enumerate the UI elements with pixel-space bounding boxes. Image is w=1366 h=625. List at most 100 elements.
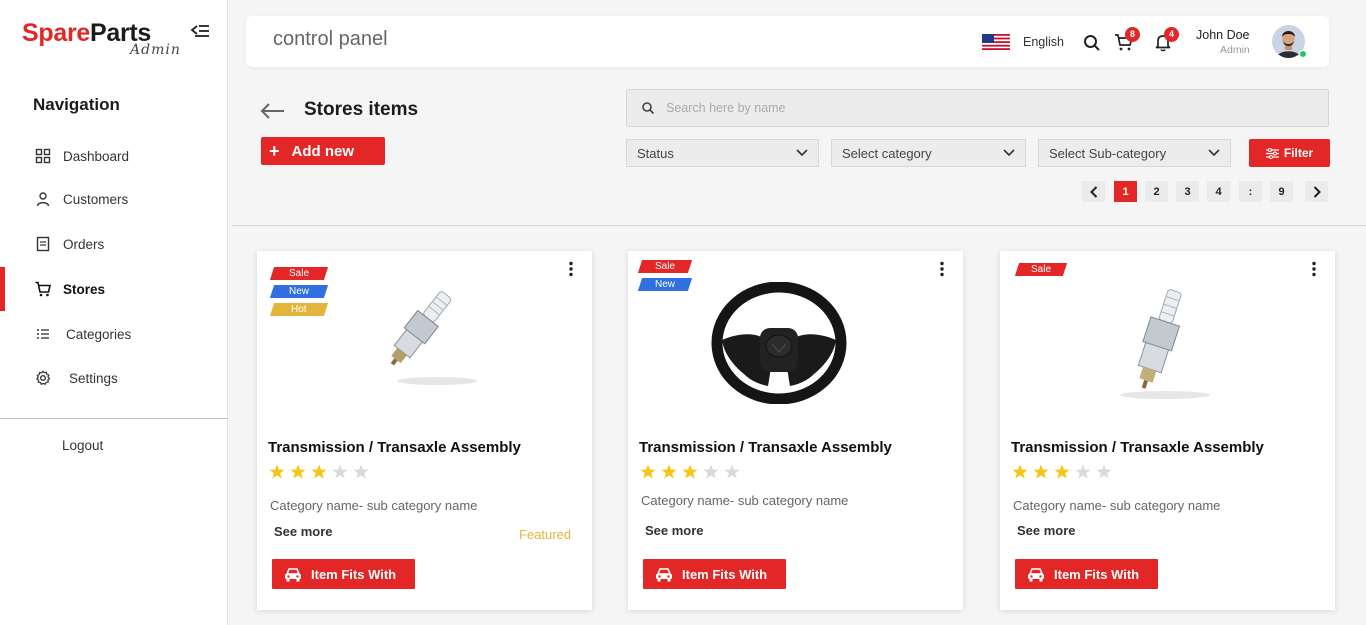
menu-collapse-icon[interactable] (190, 24, 210, 40)
filter-label: Filter (1283, 146, 1314, 160)
plus-icon: + (269, 140, 280, 161)
sidebar-item-orders[interactable]: Orders (0, 226, 228, 262)
category-select-value: Select category (842, 145, 932, 161)
tag-label: Sale (1030, 264, 1051, 275)
sidebar-divider (0, 418, 228, 419)
rating-stars (269, 464, 369, 479)
sale-tag: Sale (637, 260, 693, 273)
us-flag-icon[interactable] (982, 34, 1010, 50)
sidebar-item-customers[interactable]: Customers (0, 181, 228, 217)
item-fits-with-button[interactable]: Item Fits With (643, 559, 786, 589)
category-select[interactable]: Select category (831, 139, 1026, 167)
star-empty-icon (353, 464, 369, 479)
filter-button[interactable]: Filter (1249, 139, 1330, 167)
sidebar-item-dashboard[interactable]: Dashboard (0, 138, 228, 174)
spark-plug-image (1120, 289, 1210, 399)
star-empty-icon (332, 464, 348, 479)
see-more-link[interactable]: See more (645, 523, 704, 538)
status-select[interactable]: Status (626, 139, 819, 167)
pagination-page[interactable]: 2 (1145, 181, 1168, 202)
sale-tag: Sale (1014, 263, 1068, 276)
cart-count-badge: 8 (1125, 27, 1140, 42)
item-fits-with-label: Item Fits With (311, 566, 397, 582)
user-icon (36, 192, 50, 207)
sidebar-item-categories[interactable]: Categories (0, 316, 228, 352)
sidebar-item-label: Orders (63, 236, 105, 252)
sidebar-item-label: Settings (69, 370, 118, 386)
user-role: Admin (1220, 44, 1250, 56)
star-filled-icon (311, 464, 327, 479)
rating-stars (1012, 464, 1112, 479)
search-icon (642, 102, 655, 115)
cart-icon (35, 281, 51, 297)
panel-title: control panel (273, 28, 388, 50)
car-icon (285, 567, 301, 581)
user-name: John Doe (1196, 28, 1250, 42)
nav-title: Navigation (33, 95, 120, 114)
gear-icon (36, 370, 51, 385)
product-card[interactable]: Sale New Hot Transmission / Transaxle As… (257, 251, 592, 610)
product-card[interactable]: Sale New Transmission / Transaxle Assemb… (628, 251, 963, 610)
product-name: Transmission / Transaxle Assembly (1011, 439, 1264, 456)
more-options-icon[interactable] (1311, 261, 1317, 277)
tag-label: Hot (291, 304, 307, 315)
chevron-down-icon (1208, 149, 1220, 157)
pagination-next[interactable] (1305, 181, 1328, 202)
pagination-page[interactable]: 3 (1176, 181, 1199, 202)
subcategory-select[interactable]: Select Sub-category (1038, 139, 1231, 167)
pagination-ellipsis: : (1239, 181, 1262, 202)
product-card[interactable]: Sale Transmission / Transaxle Assembly C… (1000, 251, 1335, 610)
sidebar-item-stores[interactable]: Stores (0, 267, 228, 311)
star-filled-icon (1054, 464, 1070, 479)
language-selector[interactable]: English (1023, 35, 1064, 49)
chevron-down-icon (796, 149, 808, 157)
sliders-icon (1265, 147, 1279, 159)
steering-wheel-image (711, 282, 847, 404)
pagination-page[interactable]: 1 (1114, 181, 1137, 202)
pagination-page[interactable]: 9 (1270, 181, 1293, 202)
search-input[interactable] (666, 101, 1266, 115)
sale-tag: Sale (269, 267, 329, 280)
star-filled-icon (1012, 464, 1028, 479)
top-bar: control panel English 8 4 John Doe Admin (246, 16, 1329, 67)
more-options-icon[interactable] (568, 261, 574, 277)
grid-icon (35, 148, 51, 164)
star-empty-icon (724, 464, 740, 479)
content-divider (232, 225, 1366, 226)
star-filled-icon (1033, 464, 1049, 479)
logout-link[interactable]: Logout (62, 438, 103, 453)
item-fits-with-button[interactable]: Item Fits With (272, 559, 415, 589)
star-empty-icon (1096, 464, 1112, 479)
product-category: Category name- sub category name (270, 498, 478, 513)
hot-tag: Hot (269, 303, 329, 316)
new-tag: New (269, 285, 329, 298)
brand-name-red: Spare (22, 19, 90, 47)
sidebar-item-label: Stores (63, 281, 106, 297)
pagination-prev[interactable] (1082, 181, 1105, 202)
receipt-icon (36, 236, 50, 252)
sidebar-item-label: Dashboard (63, 148, 130, 164)
sidebar-item-settings[interactable]: Settings (0, 360, 228, 396)
brand-logo[interactable]: SpareParts Admin (22, 19, 180, 58)
search-icon[interactable] (1082, 33, 1102, 53)
item-fits-with-button[interactable]: Item Fits With (1015, 559, 1158, 589)
more-options-icon[interactable] (939, 261, 945, 277)
spark-plug-image (390, 291, 477, 385)
item-fits-with-label: Item Fits With (1054, 566, 1140, 582)
notification-count-badge: 4 (1164, 27, 1179, 42)
product-category: Category name- sub category name (1013, 498, 1221, 513)
add-new-button[interactable]: + Add new (261, 137, 385, 165)
chevron-down-icon (1003, 149, 1015, 157)
online-status-dot (1299, 50, 1307, 58)
tag-label: Sale (654, 261, 675, 272)
sidebar-item-label: Customers (63, 191, 129, 207)
car-icon (1028, 567, 1044, 581)
new-tag: New (637, 278, 693, 291)
search-bar (626, 89, 1329, 127)
see-more-link[interactable]: See more (274, 524, 333, 539)
see-more-link[interactable]: See more (1017, 523, 1076, 538)
rating-stars (640, 464, 740, 479)
back-arrow-icon[interactable] (259, 102, 285, 120)
item-fits-with-label: Item Fits With (682, 566, 768, 582)
pagination-page[interactable]: 4 (1207, 181, 1230, 202)
